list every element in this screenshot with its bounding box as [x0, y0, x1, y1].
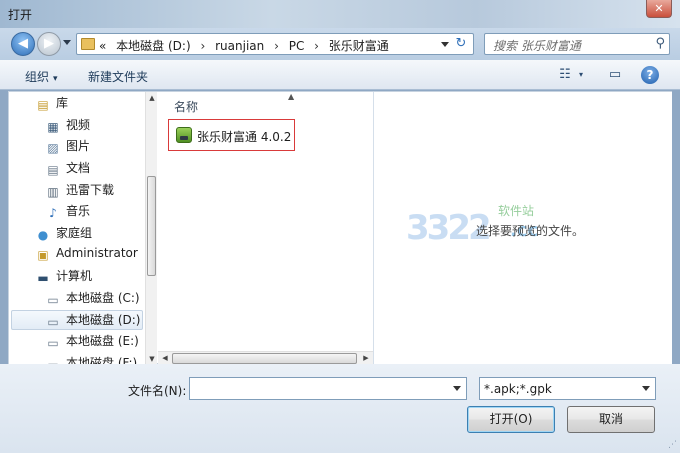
- drive-d-icon: ▭: [47, 315, 59, 329]
- search-box[interactable]: 搜索 张乐财富通 ⚲: [484, 33, 670, 55]
- preview-pane: 3322 软件站 .cc 选择要预览的文件。: [373, 92, 672, 365]
- sidebar-item-label: 本地磁盘 (D:): [66, 313, 141, 327]
- sidebar-item-label: 本地磁盘 (C:): [66, 291, 140, 305]
- sort-ascending-icon: ▲: [288, 92, 295, 101]
- scroll-up-icon[interactable]: ▲: [146, 92, 158, 104]
- sidebar-item-thunder-download[interactable]: ▥ 迅雷下载: [45, 181, 114, 201]
- file-list: ▲ 名称 张乐财富通 4.0.2 ◀ ▶: [158, 92, 373, 365]
- folder-icon: [81, 38, 95, 50]
- organize-label: 组织: [25, 70, 50, 84]
- organize-button[interactable]: 组织 ▾: [25, 68, 58, 85]
- breadcrumb-separator[interactable]: ›: [314, 39, 319, 53]
- change-view-icon[interactable]: ☷: [557, 67, 573, 83]
- sidebar-item-library[interactable]: ▤ 库: [35, 94, 68, 114]
- sidebar-item-administrator[interactable]: ▣ Administrator: [35, 246, 138, 266]
- navigation-pane: ▤ 库 ▦ 视频 ▨ 图片 ▤ 文档 ▥ 迅雷下载 ♪ 音乐 ● 家庭组 ▣ Administr…: [9, 92, 157, 365]
- search-icon[interactable]: ⚲: [655, 36, 665, 51]
- views-dropdown-icon[interactable]: ▾: [573, 67, 589, 83]
- sidebar-item-documents[interactable]: ▤ 文档: [45, 159, 90, 179]
- file-type-value: *.apk;*.gpk: [484, 382, 552, 396]
- sidebar-item-label: 库: [56, 96, 69, 110]
- sidebar-item-drive-d[interactable]: ▭ 本地磁盘 (D:): [11, 310, 143, 330]
- sidebar-item-label: 本地磁盘 (E:): [66, 334, 139, 348]
- sidebar-item-label: 图片: [66, 139, 91, 153]
- chevron-down-icon[interactable]: [453, 386, 461, 391]
- navigation-bar: ◀ ▶ « 本地磁盘 (D:) › ruanjian › PC › 张乐财富通 …: [0, 28, 680, 60]
- window-title: 打开: [8, 8, 33, 22]
- documents-icon: ▤: [47, 163, 59, 177]
- close-button[interactable]: ✕: [646, 0, 672, 18]
- command-toolbar: 组织 ▾ 新建文件夹 ☷ ▾ ▭: [0, 60, 680, 90]
- sidebar-item-drive-c[interactable]: ▭ 本地磁盘 (C:): [45, 289, 140, 309]
- help-button[interactable]: ?: [641, 66, 659, 84]
- breadcrumb-drive-d[interactable]: 本地磁盘 (D:): [116, 39, 190, 53]
- breadcrumb-separator[interactable]: ›: [274, 39, 279, 53]
- breadcrumb-overflow[interactable]: «: [99, 39, 106, 53]
- scrollbar-thumb[interactable]: [172, 353, 357, 364]
- search-placeholder[interactable]: 搜索 张乐财富通: [493, 37, 581, 54]
- sidebar-item-homegroup[interactable]: ● 家庭组: [35, 224, 92, 244]
- open-button[interactable]: 打开(O): [467, 406, 555, 433]
- back-button[interactable]: ◀: [11, 32, 35, 56]
- computer-icon: ▬: [37, 271, 49, 285]
- sidebar-item-computer[interactable]: ▬ 计算机: [35, 267, 92, 287]
- refresh-icon[interactable]: ↻: [453, 36, 469, 52]
- sidebar-item-label: 视频: [66, 118, 91, 132]
- filename-input[interactable]: [189, 377, 467, 400]
- scrollbar-thumb[interactable]: [147, 176, 156, 276]
- file-type-select[interactable]: *.apk;*.gpk: [479, 377, 656, 400]
- address-dropdown[interactable]: [441, 42, 449, 47]
- sidebar-item-music[interactable]: ♪ 音乐: [45, 202, 90, 222]
- title-bar: 打开 ✕: [0, 0, 680, 28]
- thunder-download-icon: ▥: [47, 185, 59, 199]
- forward-button[interactable]: ▶: [37, 32, 61, 56]
- library-icon: ▤: [37, 98, 49, 112]
- drive-e-icon: ▭: [47, 336, 59, 350]
- user-folder-icon: ▣: [37, 248, 49, 262]
- sidebar-item-label: 音乐: [66, 204, 91, 218]
- preview-message: 选择要预览的文件。: [476, 224, 585, 238]
- horizontal-scrollbar[interactable]: ◀ ▶: [158, 351, 373, 365]
- breadcrumb-separator[interactable]: ›: [200, 39, 205, 53]
- preview-pane-icon[interactable]: ▭: [607, 67, 623, 83]
- file-name: 张乐财富通 4.0.2: [197, 130, 292, 144]
- breadcrumb: « 本地磁盘 (D:) › ruanjian › PC › 张乐财富通: [99, 37, 395, 54]
- breadcrumb-current-folder[interactable]: 张乐财富通: [329, 39, 389, 53]
- filename-label: 文件名(N):: [128, 384, 187, 398]
- recent-locations-dropdown[interactable]: [63, 40, 71, 45]
- homegroup-icon: ●: [37, 228, 49, 242]
- list-item[interactable]: 张乐财富通 4.0.2: [168, 119, 295, 151]
- sidebar-item-label: 迅雷下载: [66, 183, 115, 197]
- sidebar-item-label: 文档: [66, 161, 91, 175]
- sidebar-item-drive-e[interactable]: ▭ 本地磁盘 (E:): [45, 332, 139, 352]
- sidebar-item-label: 计算机: [56, 269, 93, 283]
- breadcrumb-ruanjian[interactable]: ruanjian: [215, 39, 264, 53]
- column-header-name[interactable]: 名称: [174, 98, 198, 115]
- browser-panel: ▤ 库 ▦ 视频 ▨ 图片 ▤ 文档 ▥ 迅雷下载 ♪ 音乐 ● 家庭组 ▣ Administr…: [8, 91, 672, 365]
- cancel-button[interactable]: 取消: [567, 406, 655, 433]
- sidebar-item-label: Administrator: [56, 246, 138, 260]
- chevron-down-icon: ▾: [53, 74, 58, 84]
- resize-grip-icon[interactable]: ⋰: [668, 440, 677, 450]
- pictures-icon: ▨: [47, 141, 59, 155]
- music-icon: ♪: [49, 206, 57, 220]
- sidebar-item-videos[interactable]: ▦ 视频: [45, 116, 90, 136]
- drive-c-icon: ▭: [47, 293, 59, 307]
- apk-file-icon: [176, 127, 192, 143]
- video-icon: ▦: [47, 120, 59, 134]
- sidebar-item-pictures[interactable]: ▨ 图片: [45, 137, 90, 157]
- watermark-site: 软件站: [498, 204, 535, 218]
- navigation-scrollbar[interactable]: ▲ ▼: [145, 92, 157, 365]
- dialog-footer: 文件名(N): *.apk;*.gpk 打开(O) 取消 ⋰: [0, 364, 680, 453]
- chevron-down-icon[interactable]: [642, 386, 650, 391]
- sidebar-item-label: 家庭组: [56, 226, 93, 240]
- address-bar[interactable]: « 本地磁盘 (D:) › ruanjian › PC › 张乐财富通 ↻: [76, 33, 474, 55]
- new-folder-button[interactable]: 新建文件夹: [88, 68, 148, 85]
- breadcrumb-pc[interactable]: PC: [289, 39, 305, 53]
